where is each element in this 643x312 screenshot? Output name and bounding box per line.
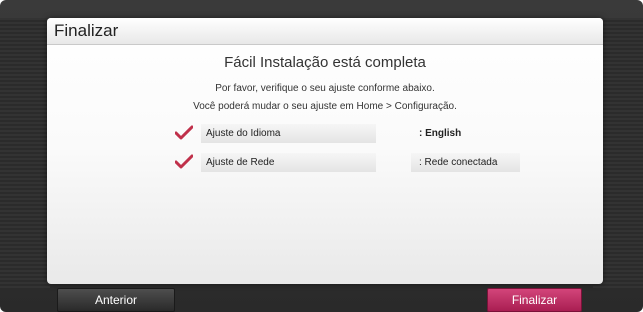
previous-button[interactable]: Anterior bbox=[57, 288, 175, 312]
instruction-line-2: Você poderá mudar o seu ajuste em Home >… bbox=[193, 101, 457, 112]
dialog-title-bar: Finalizar bbox=[47, 18, 603, 45]
completion-heading: Fácil Instalação está completa bbox=[224, 54, 426, 71]
tv-screen: Finalizar Fácil Instalação está completa… bbox=[0, 0, 643, 312]
setting-label-network: Ajuste de Rede bbox=[201, 153, 376, 172]
setting-row-language: Ajuste do Idioma : English bbox=[175, 124, 520, 143]
setting-value-network: : Rede conectada bbox=[411, 153, 520, 172]
setting-value-language: : English bbox=[419, 128, 462, 139]
dialog-title: Finalizar bbox=[54, 21, 119, 40]
finish-button[interactable]: Finalizar bbox=[487, 288, 582, 312]
check-icon bbox=[175, 154, 193, 169]
setup-dialog: Finalizar Fácil Instalação está completa… bbox=[47, 18, 603, 284]
left-backdrop bbox=[0, 18, 50, 290]
setting-row-network: Ajuste de Rede : Rede conectada bbox=[175, 153, 520, 172]
check-icon bbox=[175, 125, 193, 140]
setting-label-language: Ajuste do Idioma bbox=[201, 124, 376, 143]
instruction-line-1: Por favor, verifique o seu ajuste confor… bbox=[215, 83, 435, 94]
